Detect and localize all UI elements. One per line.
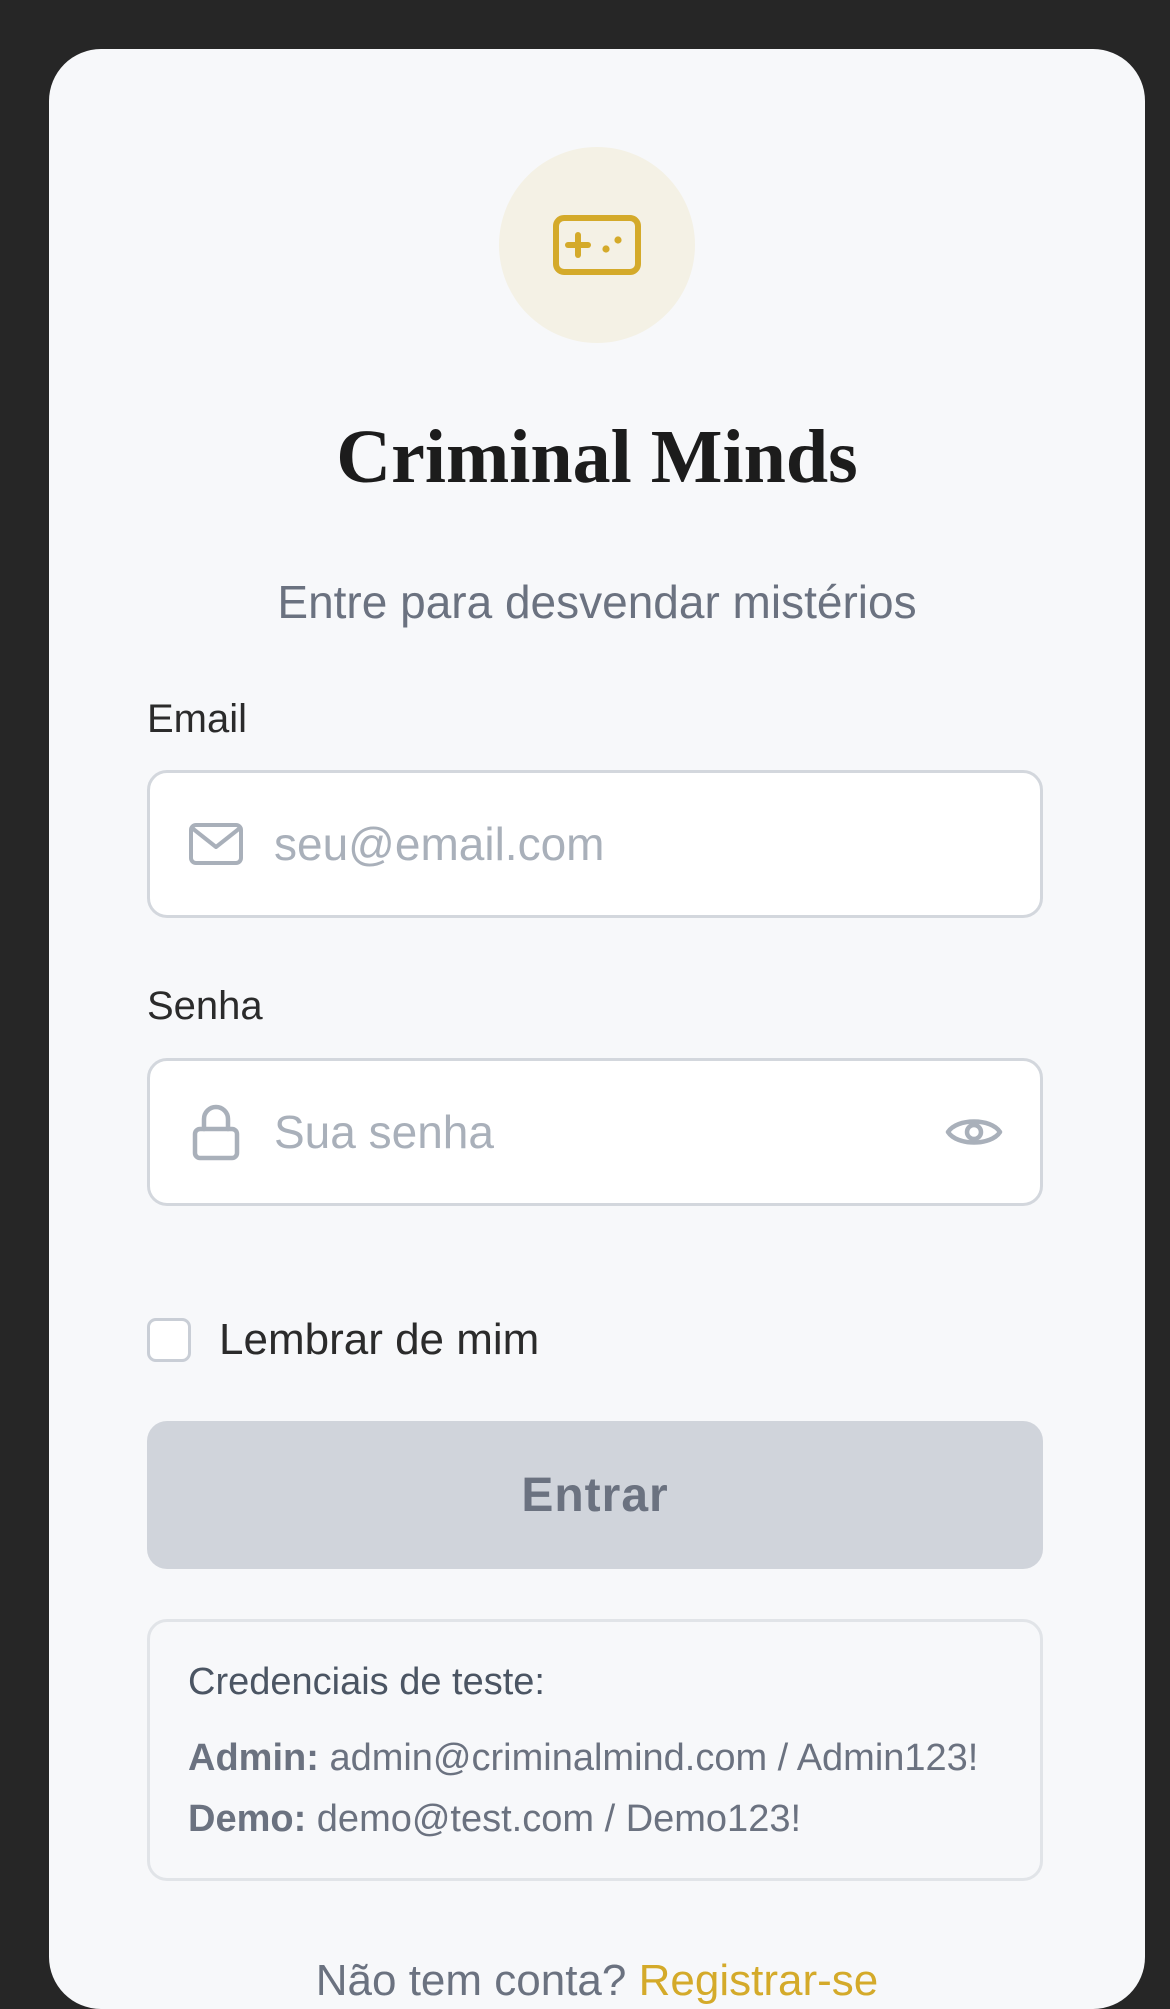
logo-badge (499, 147, 695, 343)
remember-label: Lembrar de mim (219, 1315, 540, 1364)
remember-me[interactable]: Lembrar de mim (147, 1315, 539, 1365)
credential-value: admin@criminalmind.com / Admin123! (329, 1736, 979, 1779)
credential-value: demo@test.com / Demo123! (316, 1797, 802, 1840)
credential-role: Demo: (188, 1797, 307, 1840)
gamepad-icon (553, 215, 641, 275)
register-link[interactable]: Registrar-se (639, 1956, 879, 2005)
remember-checkbox[interactable] (147, 1318, 191, 1362)
test-credentials-title: Credenciais de teste: (188, 1661, 545, 1703)
credential-row-demo: Demo: demo@test.com / Demo123! (188, 1789, 1002, 1850)
submit-button[interactable]: Entrar (147, 1421, 1043, 1569)
lock-icon (188, 1104, 244, 1161)
app-subtitle: Entre para desvendar mistérios (277, 576, 917, 628)
signup-prompt: Não tem conta? Registrar-se (49, 1956, 1145, 2006)
signup-prompt-text: Não tem conta? (315, 1956, 627, 2005)
email-input[interactable] (274, 817, 1040, 871)
eye-icon[interactable] (944, 1102, 1004, 1162)
credential-role: Admin: (188, 1736, 319, 1779)
test-credentials-box: Credenciais de teste: Admin: admin@crimi… (147, 1619, 1043, 1881)
credential-row-admin: Admin: admin@criminalmind.com / Admin123… (188, 1728, 1002, 1789)
mail-icon (188, 816, 244, 872)
password-input[interactable] (274, 1105, 944, 1159)
email-label: Email (147, 697, 248, 741)
password-label: Senha (147, 984, 263, 1028)
app-title: Criminal Minds (336, 415, 858, 499)
login-card: Criminal Minds Entre para desvendar mist… (49, 49, 1145, 2009)
email-field[interactable] (147, 770, 1043, 918)
password-field[interactable] (147, 1058, 1043, 1206)
